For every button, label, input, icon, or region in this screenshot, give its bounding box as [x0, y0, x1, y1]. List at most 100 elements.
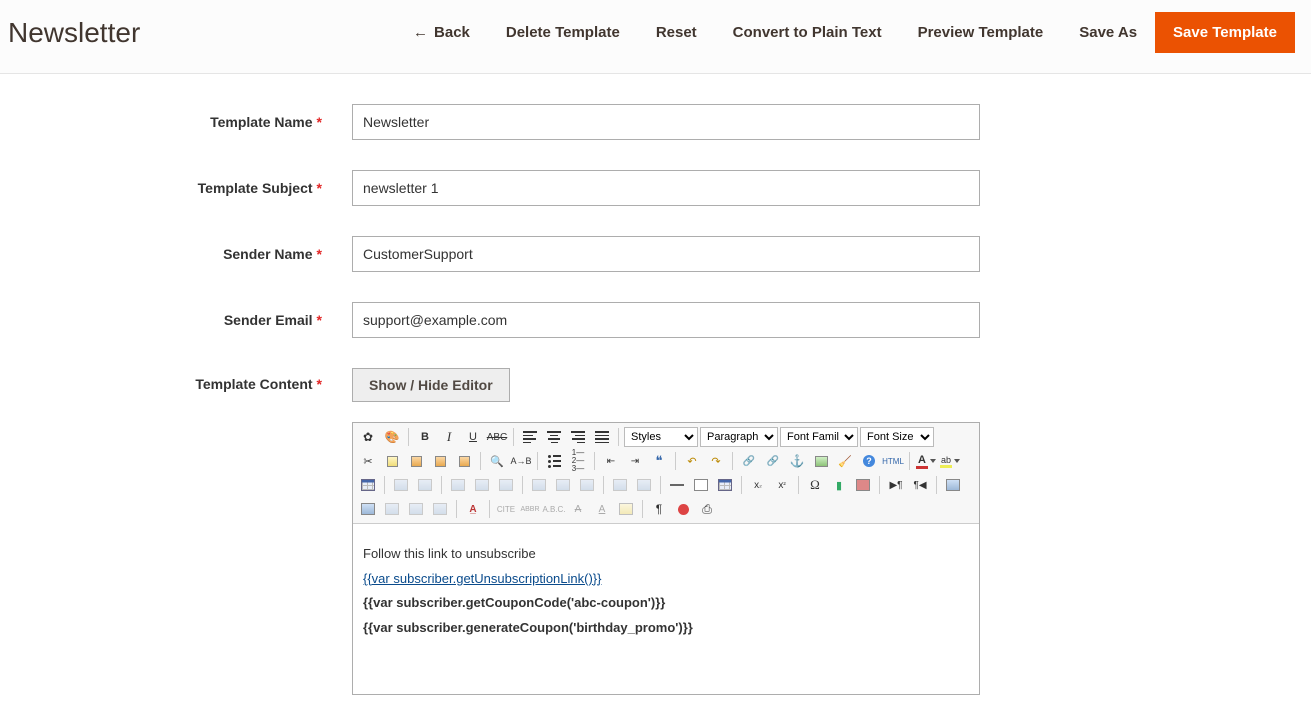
toggle-editor-button[interactable]: Show / Hide Editor	[352, 368, 510, 402]
paste-word-icon[interactable]	[453, 451, 475, 471]
hr-icon[interactable]	[666, 475, 688, 495]
layer-forward-icon[interactable]	[381, 499, 403, 519]
arrow-left-icon: ←	[413, 25, 428, 40]
paste-icon[interactable]	[405, 451, 427, 471]
align-center-icon[interactable]	[543, 427, 565, 447]
subscript-icon[interactable]: x₂	[747, 475, 769, 495]
delete-template-button[interactable]: Delete Template	[488, 14, 638, 51]
required-marker: *	[317, 180, 322, 196]
align-right-icon[interactable]	[567, 427, 589, 447]
pagebreak-icon[interactable]: ⎙	[696, 499, 718, 519]
outdent-icon[interactable]: ⇤	[600, 451, 622, 471]
row-before-icon[interactable]	[447, 475, 469, 495]
save-as-button[interactable]: Save As	[1061, 14, 1155, 51]
nbsp-icon[interactable]	[672, 499, 694, 519]
copy-icon[interactable]	[381, 451, 403, 471]
row-sender-name: Sender Name*	[0, 236, 1311, 272]
template-subject-field[interactable]	[352, 170, 980, 206]
italic-icon[interactable]: I	[438, 427, 460, 447]
align-left-icon[interactable]	[519, 427, 541, 447]
separator	[594, 452, 595, 470]
widget-icon[interactable]: ✿	[357, 427, 379, 447]
layer-abs-icon[interactable]	[429, 499, 451, 519]
ins-icon[interactable]: A	[591, 499, 613, 519]
ltr-icon[interactable]: ▶¶	[885, 475, 907, 495]
template-name-field[interactable]	[352, 104, 980, 140]
visualchars-icon[interactable]: ¶	[648, 499, 670, 519]
paragraph-dropdown[interactable]: Paragraph	[700, 427, 778, 447]
remove-format-icon[interactable]	[690, 475, 712, 495]
align-justify-icon[interactable]	[591, 427, 613, 447]
cite-icon[interactable]: CITE	[495, 499, 517, 519]
help-icon[interactable]: ?	[858, 451, 880, 471]
back-button[interactable]: ← Back	[395, 14, 488, 51]
label-template-subject: Template Subject*	[0, 180, 352, 196]
superscript-icon[interactable]: x²	[771, 475, 793, 495]
separator	[741, 476, 742, 494]
visual-aid-icon[interactable]	[714, 475, 736, 495]
sender-email-field[interactable]	[352, 302, 980, 338]
indent-icon[interactable]: ⇥	[624, 451, 646, 471]
attribs-icon[interactable]	[615, 499, 637, 519]
bold-icon[interactable]: B	[414, 427, 436, 447]
editor-content-area[interactable]: Follow this link to unsubscribe {{var su…	[353, 524, 979, 694]
separator	[732, 452, 733, 470]
font-size-dropdown[interactable]: Font Size	[860, 427, 934, 447]
preview-template-button[interactable]: Preview Template	[900, 14, 1062, 51]
styles-dropdown[interactable]: Styles	[624, 427, 698, 447]
cleanup-icon[interactable]: 🧹	[834, 451, 856, 471]
abbr-icon[interactable]: ABBR	[519, 499, 541, 519]
image-icon[interactable]	[810, 451, 832, 471]
layer-icon[interactable]	[357, 499, 379, 519]
blockquote-icon[interactable]: ❝	[648, 451, 670, 471]
reset-button[interactable]: Reset	[638, 14, 715, 51]
save-template-button[interactable]: Save Template	[1155, 12, 1295, 53]
acronym-icon[interactable]: A.B.C.	[543, 499, 565, 519]
back-label: Back	[434, 24, 470, 41]
replace-icon[interactable]: A→B	[510, 451, 532, 471]
delete-col-icon[interactable]	[576, 475, 598, 495]
del-icon[interactable]: A	[567, 499, 589, 519]
wysiwyg-editor: ✿ 🎨 B I U ABC Styles Par	[352, 422, 980, 695]
media-icon[interactable]: ▮	[828, 475, 850, 495]
style-props-icon[interactable]: A̲	[462, 499, 484, 519]
split-cells-icon[interactable]	[609, 475, 631, 495]
bg-color-icon[interactable]: ab	[939, 451, 961, 471]
bullet-list-icon[interactable]	[543, 451, 565, 471]
table-icon[interactable]	[357, 475, 379, 495]
strikethrough-icon[interactable]: ABC	[486, 427, 508, 447]
undo-icon[interactable]: ↶	[681, 451, 703, 471]
find-icon[interactable]: 🔍	[486, 451, 508, 471]
separator	[879, 476, 880, 494]
delete-row-icon[interactable]	[495, 475, 517, 495]
media-icon-2[interactable]	[852, 475, 874, 495]
underline-icon[interactable]: U	[462, 427, 484, 447]
row-after-icon[interactable]	[471, 475, 493, 495]
col-after-icon[interactable]	[552, 475, 574, 495]
code-icon[interactable]: HTML	[882, 451, 904, 471]
row-props-icon[interactable]	[390, 475, 412, 495]
number-list-icon[interactable]: 1—2—3—	[567, 451, 589, 471]
merge-cells-icon[interactable]	[633, 475, 655, 495]
link-icon[interactable]: 🔗	[738, 451, 760, 471]
paste-text-icon[interactable]	[429, 451, 451, 471]
variable-icon[interactable]: 🎨	[381, 427, 403, 447]
separator	[456, 500, 457, 518]
content-line-link[interactable]: {{var subscriber.getUnsubscriptionLink()…	[363, 567, 969, 592]
redo-icon[interactable]: ↷	[705, 451, 727, 471]
rtl-icon[interactable]: ¶◀	[909, 475, 931, 495]
label-sender-name: Sender Name*	[0, 246, 352, 262]
anchor-icon[interactable]: ⚓	[786, 451, 808, 471]
convert-plain-text-button[interactable]: Convert to Plain Text	[715, 14, 900, 51]
fullscreen-icon[interactable]	[942, 475, 964, 495]
sender-name-field[interactable]	[352, 236, 980, 272]
text-color-icon[interactable]: A	[915, 451, 937, 471]
special-char-icon[interactable]: Ω	[804, 475, 826, 495]
cut-icon[interactable]: ✂	[357, 451, 379, 471]
font-family-dropdown[interactable]: Font Family	[780, 427, 858, 447]
unlink-icon[interactable]: 🔗	[762, 451, 784, 471]
col-before-icon[interactable]	[528, 475, 550, 495]
cell-props-icon[interactable]	[414, 475, 436, 495]
layer-back-icon[interactable]	[405, 499, 427, 519]
separator	[936, 476, 937, 494]
